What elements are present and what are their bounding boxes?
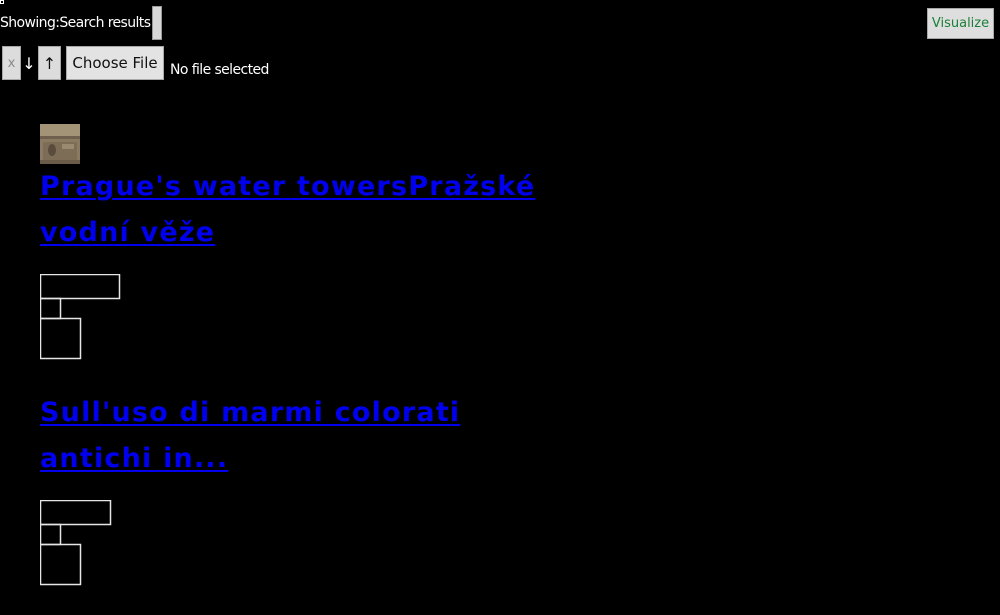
showing-select-handle[interactable]: [152, 6, 163, 40]
sort-ascending-button[interactable]: ↑: [38, 46, 61, 80]
result-title-link[interactable]: Sull'uso di marmi colorati antichi in...: [40, 390, 540, 482]
corner-marker: [0, 0, 4, 4]
showing-value: Search results: [59, 15, 151, 31]
showing-prefix: Showing:: [0, 15, 60, 31]
result-title-link[interactable]: Prague's water towersPražské vodní věže: [40, 164, 540, 256]
sort-descending-button[interactable]: ↓: [21, 46, 37, 80]
file-status-text: No file selected: [170, 62, 269, 78]
result-item: [40, 500, 540, 586]
result-item: Sull'uso di marmi colorati antichi in...: [40, 274, 540, 482]
results-list: Prague's water towersPražské vodní věže …: [40, 124, 540, 615]
showing-label: Showing:Search results: [0, 15, 151, 31]
placeholder-layout-icon[interactable]: [40, 500, 122, 586]
photo-thumbnail[interactable]: [40, 124, 80, 164]
clear-button[interactable]: x: [2, 46, 21, 80]
controls-row: x ↓ ↑ Choose File No file selected: [2, 46, 269, 82]
placeholder-layout-icon[interactable]: [40, 274, 122, 360]
choose-file-button[interactable]: Choose File: [66, 46, 164, 80]
visualize-button[interactable]: Visualize: [927, 8, 994, 39]
result-item: Prague's water towersPražské vodní věže: [40, 124, 540, 256]
results-source-bar: Showing:Search results: [0, 6, 163, 40]
